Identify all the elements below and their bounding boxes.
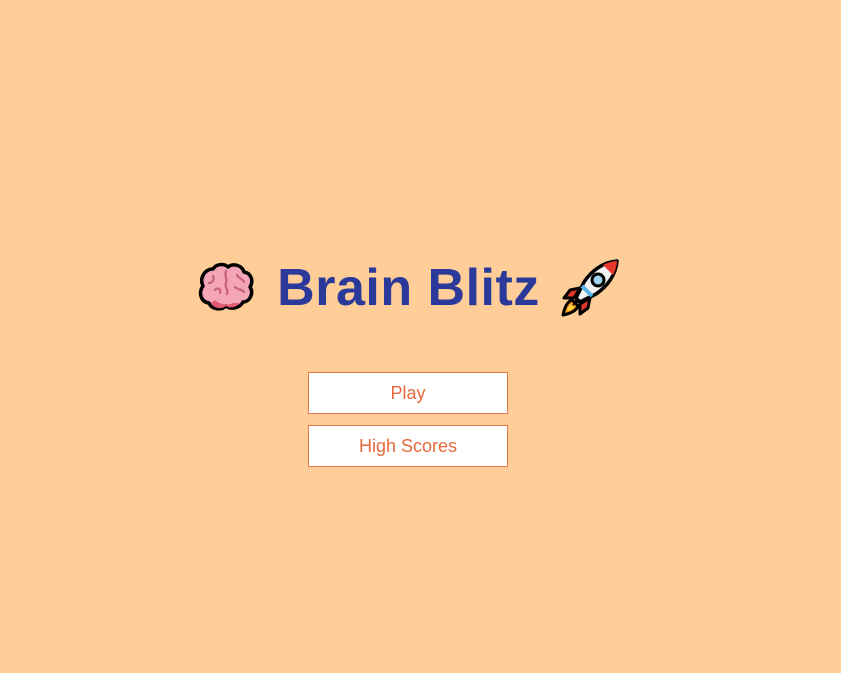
main-menu-screen: Brain Blitz Play High Scores <box>0 0 841 673</box>
game-title: Brain Blitz <box>277 259 540 317</box>
high-scores-button[interactable]: High Scores <box>308 425 508 467</box>
brain-icon <box>193 256 257 320</box>
rocket-icon <box>558 256 622 320</box>
title-row: Brain Blitz <box>0 255 841 321</box>
play-button[interactable]: Play <box>308 372 508 414</box>
